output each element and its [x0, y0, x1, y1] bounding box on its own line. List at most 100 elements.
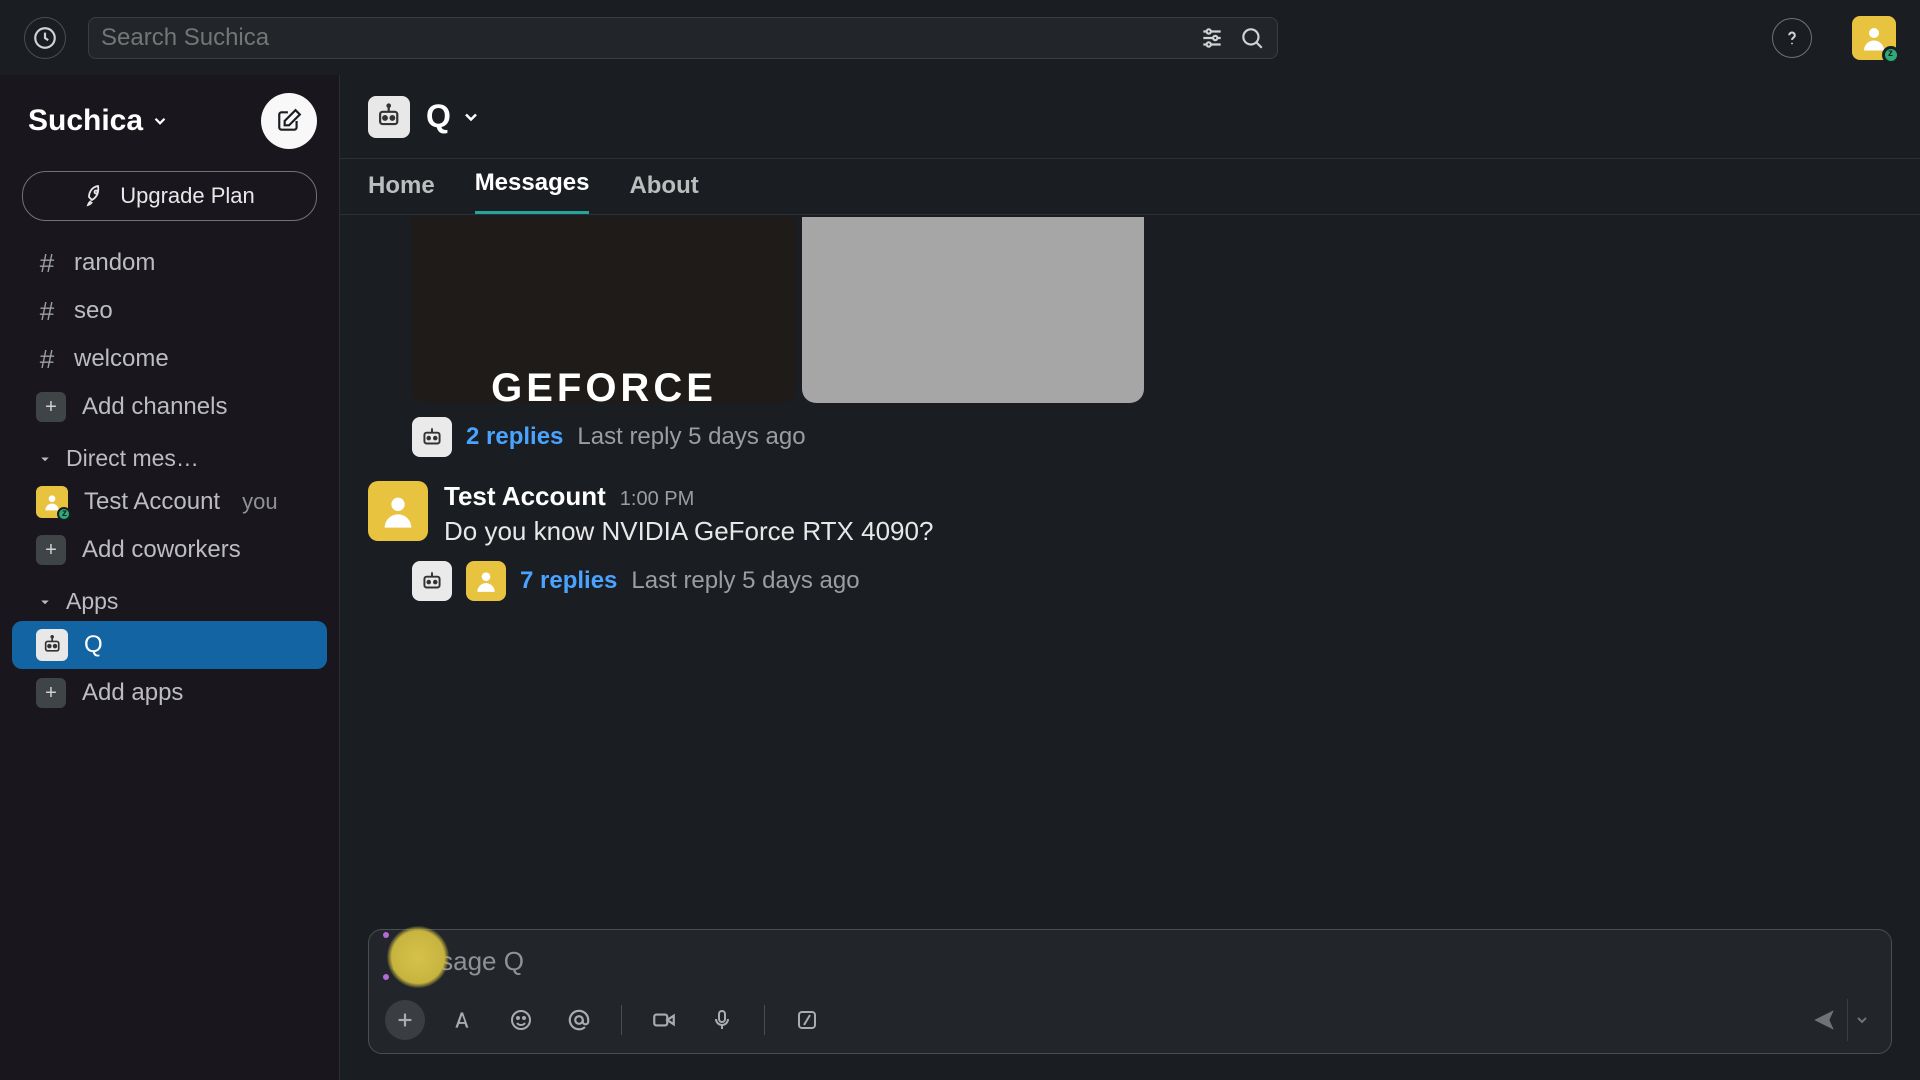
person-icon: [473, 568, 499, 594]
add-channels-label: Add channels: [82, 393, 227, 421]
message-input[interactable]: Message Q: [369, 930, 1891, 993]
app-q[interactable]: Q: [12, 621, 327, 669]
thread-summary[interactable]: 2 replies Last reply 5 days ago: [412, 417, 1920, 457]
question-icon: [1781, 27, 1803, 49]
clock-icon: [32, 25, 58, 51]
reply-meta: Last reply 5 days ago: [631, 567, 859, 595]
help-button[interactable]: [1772, 18, 1812, 58]
history-button[interactable]: [24, 17, 66, 59]
you-label: you: [242, 489, 277, 515]
bot-avatar: [36, 629, 68, 661]
apps-section-label: Apps: [66, 588, 118, 615]
tabs: Home Messages About: [340, 159, 1920, 215]
message-text: Do you know NVIDIA GeForce RTX 4090?: [444, 516, 933, 547]
channel-label: seo: [74, 297, 113, 325]
attachment-text: GEFORCE: [491, 366, 717, 403]
add-apps[interactable]: +Add apps: [0, 669, 339, 717]
robot-icon: [419, 568, 445, 594]
reply-count[interactable]: 7 replies: [520, 567, 617, 595]
message-list: GEFORCE 2 replies Last reply 5 days ago …: [340, 215, 1920, 913]
dm-user-label: Test Account: [84, 488, 220, 516]
attach-button[interactable]: [385, 1000, 425, 1040]
add-channels[interactable]: + Add channels: [0, 383, 339, 431]
apps-section-header[interactable]: Apps: [0, 574, 339, 621]
hash-icon: #: [36, 296, 58, 327]
composer-toolbar: [369, 993, 1891, 1053]
content-area: Q Home Messages About GEFORCE 2 replies: [340, 75, 1920, 1080]
compose-button[interactable]: [261, 93, 317, 149]
channel-label: random: [74, 249, 155, 277]
divider: [764, 1005, 765, 1035]
attachment-image[interactable]: [802, 217, 1144, 403]
search-input[interactable]: [101, 24, 1199, 52]
robot-icon: [374, 102, 403, 131]
thread-summary[interactable]: 7 replies Last reply 5 days ago: [412, 561, 1920, 601]
presence-indicator: [1882, 46, 1900, 64]
video-icon: [651, 1007, 677, 1033]
bot-avatar: [412, 561, 452, 601]
emoji-button[interactable]: [501, 1000, 541, 1040]
audio-button[interactable]: [702, 1000, 742, 1040]
search-bar[interactable]: [88, 17, 1278, 59]
workspace-name[interactable]: Suchica: [28, 104, 169, 138]
filter-icon[interactable]: [1199, 25, 1225, 51]
microphone-icon: [710, 1008, 734, 1032]
person-icon: [378, 491, 418, 531]
divider: [621, 1005, 622, 1035]
message-time: 1:00 PM: [620, 488, 694, 511]
search-icon[interactable]: [1239, 25, 1265, 51]
bot-avatar: [412, 417, 452, 457]
chevron-down-icon: [1854, 1012, 1870, 1028]
tab-messages[interactable]: Messages: [475, 169, 590, 214]
dm-section-header[interactable]: Direct mes…: [0, 431, 339, 478]
add-coworkers[interactable]: +Add coworkers: [0, 526, 339, 574]
channel-title-button[interactable]: Q: [426, 98, 481, 135]
attachment-row: GEFORCE: [412, 217, 1920, 403]
channel-label: welcome: [74, 345, 169, 373]
channel-header: Q: [340, 75, 1920, 159]
channel-title: Q: [426, 98, 451, 135]
dm-test-account[interactable]: Test Account you: [0, 478, 339, 526]
caret-down-icon: [36, 450, 54, 468]
composer-area: Message Q: [340, 913, 1920, 1080]
emoji-icon: [509, 1008, 533, 1032]
send-icon: [1811, 1007, 1837, 1033]
channel-welcome[interactable]: #welcome: [0, 335, 339, 383]
send-button[interactable]: [1803, 999, 1845, 1041]
tab-about[interactable]: About: [629, 172, 698, 214]
avatar[interactable]: [368, 481, 428, 541]
chevron-down-icon: [151, 112, 169, 130]
reply-meta: Last reply 5 days ago: [577, 423, 805, 451]
robot-icon: [419, 424, 445, 450]
user-avatar[interactable]: [1852, 16, 1896, 60]
upgrade-label: Upgrade Plan: [120, 183, 255, 209]
hash-icon: #: [36, 248, 58, 279]
top-bar: [0, 0, 1920, 75]
workspace-header[interactable]: Suchica: [0, 75, 339, 165]
upgrade-plan-button[interactable]: Upgrade Plan: [22, 171, 317, 221]
chevron-down-icon: [461, 107, 481, 127]
shortcuts-button[interactable]: [787, 1000, 827, 1040]
send-options-button[interactable]: [1847, 999, 1875, 1041]
plus-icon: +: [36, 535, 66, 565]
channel-seo[interactable]: # seo: [0, 287, 339, 335]
plus-icon: [394, 1009, 416, 1031]
at-icon: [566, 1007, 592, 1033]
attachment-image[interactable]: GEFORCE: [412, 217, 796, 403]
composer: Message Q: [368, 929, 1892, 1054]
message-author[interactable]: Test Account: [444, 481, 606, 512]
rocket-icon: [84, 184, 108, 208]
sidebar: Suchica Upgrade Plan # random # seo #welco…: [0, 75, 340, 1080]
app-label: Q: [84, 631, 103, 659]
dm-section-label: Direct mes…: [66, 445, 199, 472]
formatting-button[interactable]: [443, 1000, 483, 1040]
reply-count[interactable]: 2 replies: [466, 423, 563, 451]
presence-indicator: [57, 507, 71, 521]
text-format-icon: [450, 1007, 476, 1033]
plus-icon: +: [36, 392, 66, 422]
channel-random[interactable]: # random: [0, 239, 339, 287]
tab-home[interactable]: Home: [368, 172, 435, 214]
mention-button[interactable]: [559, 1000, 599, 1040]
video-button[interactable]: [644, 1000, 684, 1040]
avatar: [36, 486, 68, 518]
